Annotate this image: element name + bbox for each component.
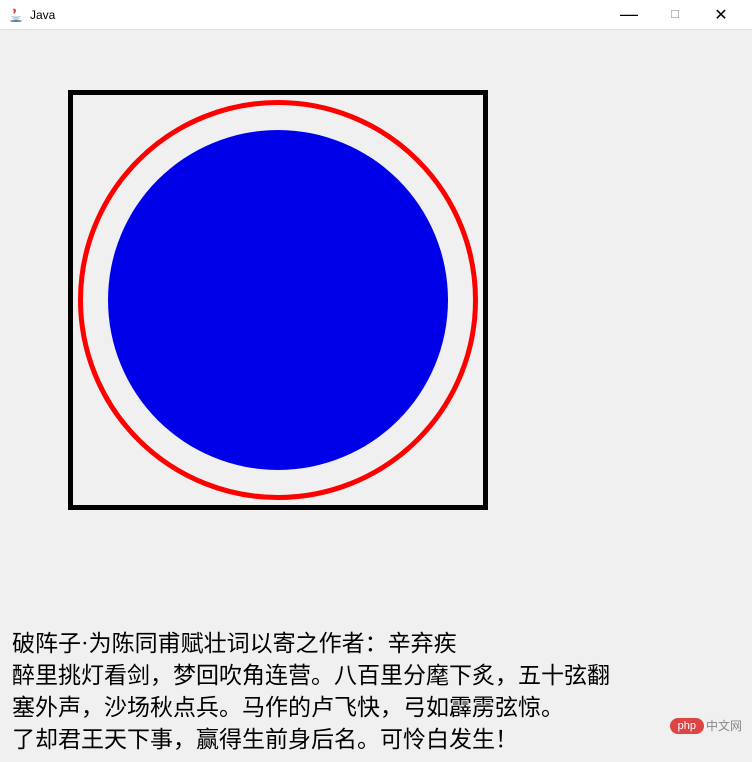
titlebar: Java — ☐ ✕ [0,0,752,30]
poem-line-2: 醉里挑灯看剑，梦回吹角连营。八百里分麾下炙，五十弦翻 [12,660,740,692]
blue-circle [108,130,448,470]
window-controls: — ☐ ✕ [606,0,744,30]
window-title: Java [30,8,606,22]
poem-line-3: 塞外声，沙场秋点兵。马作的卢飞快，弓如霹雳弦惊。 [12,692,740,724]
maximize-button[interactable]: ☐ [652,0,698,30]
minimize-button[interactable]: — [606,0,652,30]
poem-line-4: 了却君王天下事，赢得生前身后名。可怜白发生！ [12,724,740,756]
close-button[interactable]: ✕ [698,0,744,30]
canvas: 破阵子·为陈同甫赋壮词以寄之作者：辛弃疾 醉里挑灯看剑，梦回吹角连营。八百里分麾… [0,30,752,762]
java-icon [8,7,24,23]
watermark-text: 中文网 [706,717,742,734]
watermark-badge: php [670,718,704,734]
watermark: php 中文网 [670,717,742,734]
content-area: 破阵子·为陈同甫赋壮词以寄之作者：辛弃疾 醉里挑灯看剑，梦回吹角连营。八百里分麾… [0,30,752,762]
poem-line-1: 破阵子·为陈同甫赋壮词以寄之作者：辛弃疾 [12,628,740,660]
